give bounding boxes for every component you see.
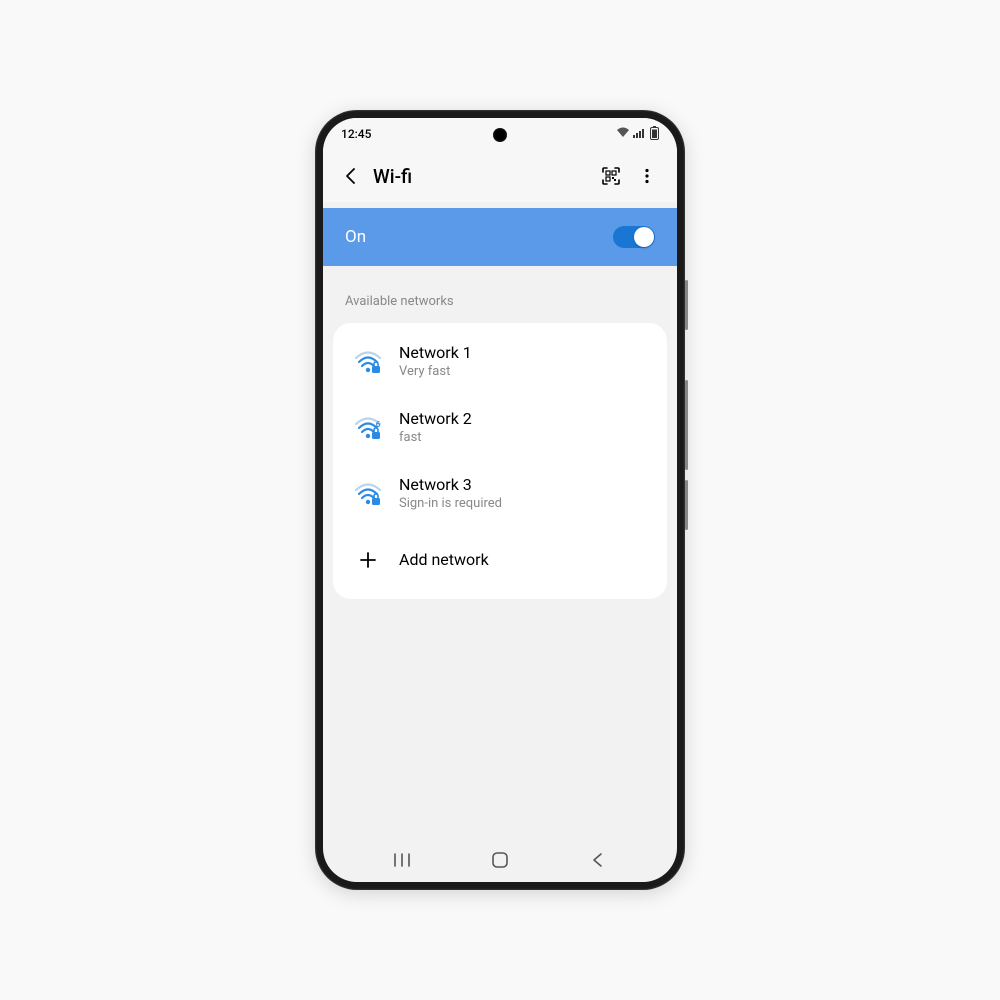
nav-bar [323,838,677,882]
side-button [685,480,688,530]
wifi-secured-icon [347,473,389,515]
chevron-left-icon [590,852,606,868]
network-info: Network 3 Sign-in is required [399,475,653,513]
network-sub: fast [399,430,653,447]
network-info: Add network [399,550,653,571]
nav-back-button[interactable] [568,840,628,880]
wifi-toggle-switch[interactable] [613,226,655,248]
front-camera [493,128,507,142]
qr-scan-button[interactable] [593,158,629,194]
network-info: Network 1 Very fast [399,343,653,381]
add-network-label: Add network [399,550,653,571]
content-area: On Available networks [323,202,677,838]
network-item[interactable]: Network 1 Very fast [333,329,667,395]
network-item[interactable]: Network 3 Sign-in is required [333,461,667,527]
network-item[interactable]: 6 Network 2 fast [333,395,667,461]
app-bar: Wi-fi [323,150,677,202]
more-vertical-icon [638,167,656,185]
qr-code-icon [601,166,621,186]
side-button [685,380,688,470]
page-title: Wi-fi [373,165,593,188]
network-name: Network 2 [399,409,653,430]
toggle-thumb [634,227,654,247]
network-sub: Sign-in is required [399,496,653,513]
chevron-left-icon [341,166,361,186]
available-networks-header: Available networks [323,266,677,323]
wifi-secured-icon [347,341,389,383]
signal-icon [633,127,647,141]
plus-icon [347,539,389,581]
wifi-toggle-label: On [345,227,366,247]
nav-home-button[interactable] [470,840,530,880]
wifi-toggle-section[interactable]: On [323,208,677,266]
network-sub: Very fast [399,364,653,381]
network-name: Network 1 [399,343,653,364]
add-network-item[interactable]: Add network [333,527,667,593]
status-time: 12:45 [341,127,371,141]
wifi-status-icon [616,127,630,141]
status-right [616,126,659,143]
more-options-button[interactable] [629,158,665,194]
battery-icon [650,126,659,143]
home-icon [491,851,509,869]
network-list: Network 1 Very fast 6 [333,323,667,599]
back-button[interactable] [335,160,367,192]
wifi-secured-wifi6-icon: 6 [347,407,389,449]
nav-recents-button[interactable] [372,840,432,880]
side-button [685,280,688,330]
recents-icon [392,852,412,868]
network-name: Network 3 [399,475,653,496]
screen: 12:45 [323,118,677,882]
network-info: Network 2 fast [399,409,653,447]
phone-frame: 12:45 [315,110,685,890]
